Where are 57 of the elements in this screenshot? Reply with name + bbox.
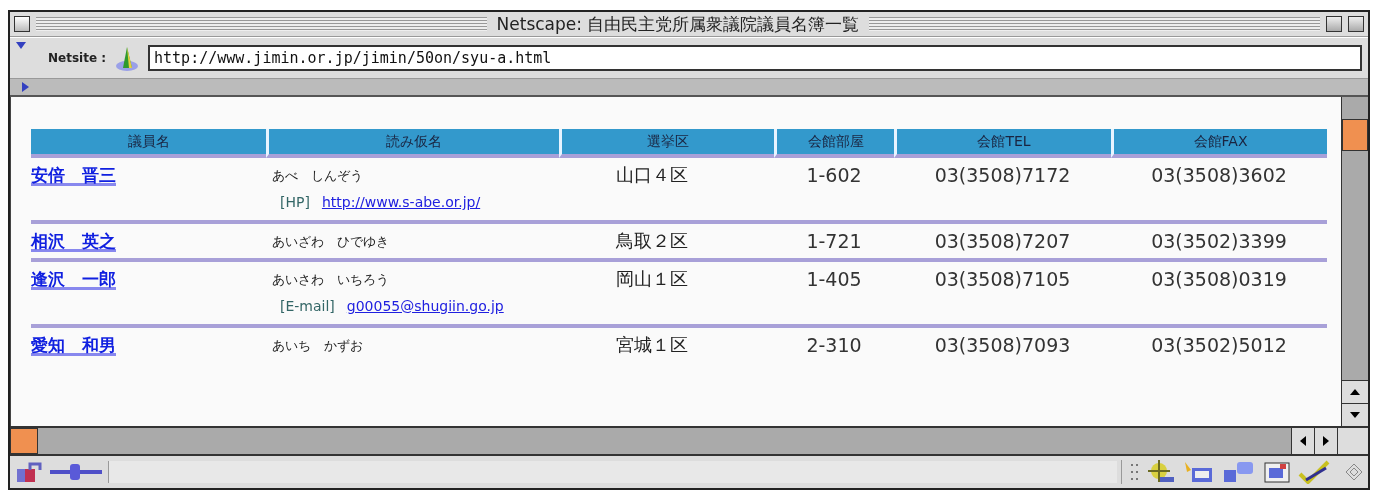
phone-cell-text: 03(3508)7093 — [933, 334, 1072, 356]
district-cell-text: 宮城１区 — [615, 334, 688, 355]
fax-cell-text: 03(3502)3399 — [1150, 230, 1288, 252]
contact-link[interactable]: http://www.s-abe.or.jp/ — [321, 194, 481, 210]
column-header: 選挙区 — [559, 129, 774, 158]
column-header: 読み仮名 — [266, 129, 559, 158]
security-lock-icon[interactable] — [14, 460, 44, 484]
member-name-link[interactable]: 逢沢 一郎 — [31, 268, 116, 289]
scroll-down-button[interactable] — [1342, 403, 1368, 426]
zoom-box[interactable] — [1326, 16, 1342, 32]
scroll-left-button[interactable] — [1291, 428, 1314, 454]
member-name-link[interactable]: 相沢 英之 — [31, 230, 116, 251]
link-label: [E-mail] — [280, 298, 335, 314]
fax-cell-text: 03(3508)0319 — [1150, 268, 1288, 290]
down-arrow-icon — [1350, 412, 1360, 418]
member-name-link[interactable]: 愛知 和男 — [31, 334, 116, 355]
fax-cell-text: 03(3502)5012 — [1150, 334, 1288, 356]
contact-link[interactable]: g00055@shugiin.go.jp — [346, 298, 504, 314]
column-header: 会館部屋 — [774, 129, 894, 158]
scroll-thumb[interactable] — [1342, 119, 1368, 151]
fax-cell-text: 03(3508)3602 — [1150, 164, 1288, 186]
left-arrow-icon — [1300, 436, 1306, 446]
scroll-right-button[interactable] — [1314, 428, 1337, 454]
expand-triangle-icon[interactable] — [22, 82, 30, 92]
phone-cell-text: 03(3508)7105 — [933, 268, 1072, 290]
window-title: Netscape: 自由民主党所属衆議院議員名簿一覧 — [495, 12, 861, 36]
room-cell-text: 1-721 — [805, 230, 863, 252]
link-label: [HP] — [280, 194, 310, 210]
collapse-box[interactable] — [1348, 16, 1364, 32]
url-field[interactable]: http://www.jimin.or.jp/jimin/50on/syu-a.html — [148, 45, 1362, 71]
grip-icon — [1130, 463, 1140, 481]
room-cell-text: 1-405 — [805, 268, 863, 290]
chat-bubbles-icon[interactable] — [1222, 460, 1256, 484]
phone-cell-text: 03(3508)7207 — [933, 230, 1072, 252]
right-arrow-icon — [1323, 436, 1329, 446]
column-header: 会館TEL — [894, 129, 1111, 158]
room-cell-text: 2-310 — [805, 334, 863, 356]
reading-cell-text: あいち かずお — [271, 338, 363, 353]
column-header: 議員名 — [31, 129, 266, 158]
reading-cell-text: あいさわ いちろう — [271, 272, 389, 287]
pen-check-icon[interactable] — [1298, 460, 1332, 484]
resize-grip-icon[interactable] — [1344, 462, 1364, 482]
member-name-link[interactable]: 安倍 晋三 — [31, 164, 116, 185]
collapse-triangle-icon[interactable] — [16, 42, 26, 50]
close-box[interactable] — [14, 16, 30, 32]
phone-cell-text: 03(3508)7172 — [933, 164, 1072, 186]
district-cell-text: 鳥取２区 — [615, 230, 688, 251]
district-cell-text: 山口４区 — [615, 164, 688, 185]
reading-cell-text: あべ しんぞう — [271, 168, 363, 183]
up-arrow-icon — [1350, 389, 1360, 395]
scroll-thumb[interactable] — [10, 428, 38, 454]
scroll-up-button[interactable] — [1342, 380, 1368, 403]
district-cell-text: 岡山１区 — [615, 268, 688, 289]
column-header: 会館FAX — [1111, 129, 1327, 158]
room-cell-text: 1-602 — [805, 164, 863, 186]
location-label: Netsite : — [48, 51, 107, 65]
reading-cell-text: あいざわ ひでゆき — [271, 234, 389, 249]
